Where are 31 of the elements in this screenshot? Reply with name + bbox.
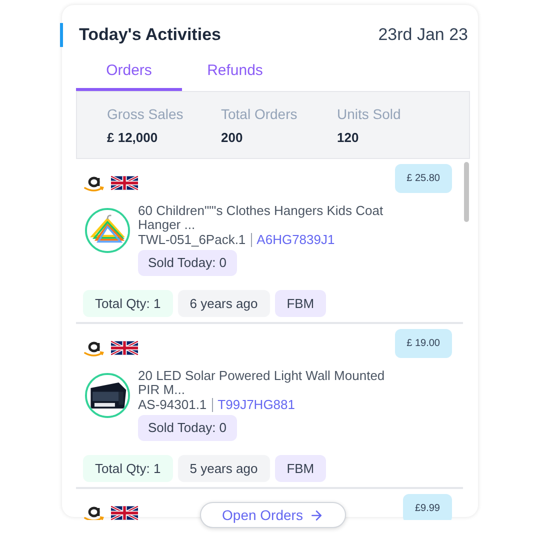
stat-value: 120 [337, 129, 360, 147]
open-orders-button[interactable]: Open Orders [200, 502, 346, 528]
price-badge: £9.99 [402, 494, 452, 520]
age-tag: 5 years ago [178, 454, 270, 482]
asin-link[interactable]: A6HG7839J1 [256, 232, 335, 248]
total-qty-tag: Total Qty: 1 [83, 454, 173, 482]
price-badge: £ 19.00 [394, 329, 452, 358]
product-title: 20 LED Solar Powered Light Wall Mounted PIR M... [138, 369, 386, 397]
channel-tag: FBM [274, 454, 326, 482]
flag-icon [111, 176, 138, 190]
channel-tag: FBM [274, 290, 326, 317]
stat-value: £ 12,000 [107, 129, 159, 147]
tab[interactable]: Refunds [182, 54, 288, 91]
product-title: 60 Children""'s Clothes Hangers Kids Coat Hanger ... [138, 204, 384, 232]
asin-link[interactable]: T99J7HG881 [218, 397, 295, 413]
stat-label: Gross Sales [107, 105, 184, 124]
sku-text: TWL-051_6Pack.1 [138, 232, 246, 248]
price-badge: £ 25.80 [394, 164, 452, 193]
date-text: 23rd Jan 23 [378, 24, 468, 46]
stat-value: 200 [221, 129, 244, 147]
stat-label: Total Orders [221, 105, 298, 124]
flag-icon [111, 341, 138, 355]
total-qty-tag: Total Qty: 1 [83, 290, 173, 317]
card-title: Today's Activities [79, 24, 221, 46]
sold-today-tag: Sold Today: 0 [138, 250, 237, 276]
stat-label: Units Sold [337, 105, 402, 124]
age-tag: 6 years ago [178, 290, 270, 317]
arrow-icon [308, 508, 324, 522]
sku-text: AS-94301.1 [138, 397, 207, 413]
scrollbar-thumb[interactable] [464, 162, 469, 222]
sold-today-tag: Sold Today: 0 [138, 415, 237, 440]
